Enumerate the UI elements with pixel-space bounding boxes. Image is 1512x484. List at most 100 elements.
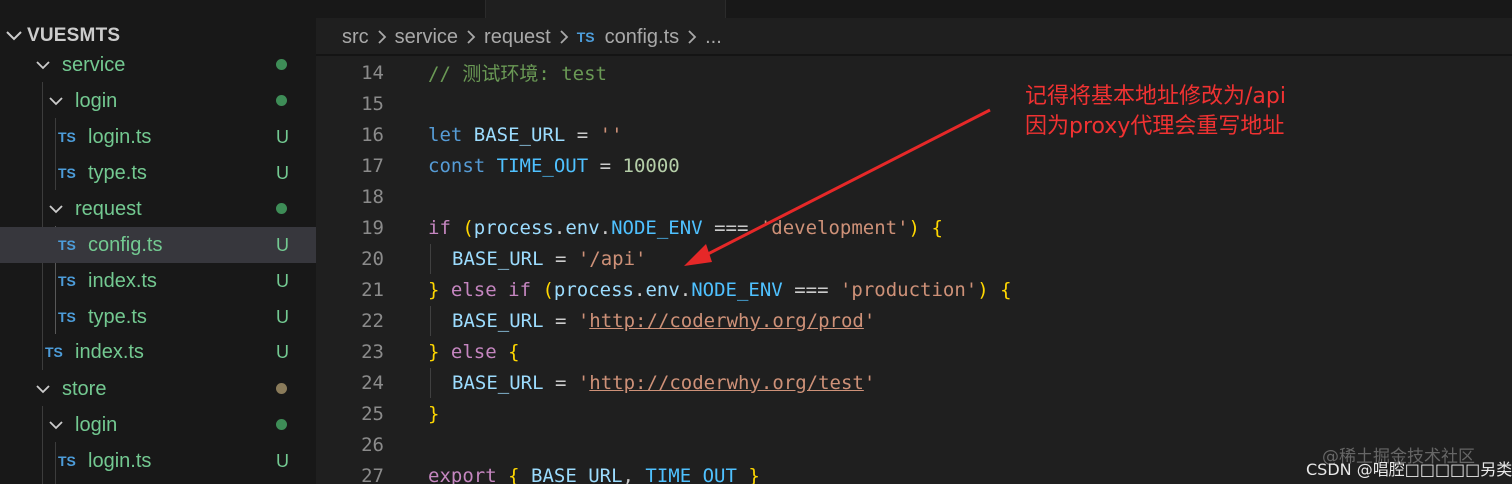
line-number: 24 [361,371,384,394]
tree-item-label: service [62,53,126,76]
chevron-right-icon [560,30,569,44]
code-line[interactable]: 24 BASE_URL = 'http://coderwhy.org/test' [316,367,1512,398]
code-text: BASE_URL = 'http://coderwhy.org/test' [452,371,876,394]
tree-folder-login[interactable]: login [0,407,316,443]
typescript-file-icon: TS [576,29,595,45]
typescript-file-icon: TS [58,237,76,253]
code-text: } else { [428,340,520,363]
code-line[interactable]: 21 } else if (process.env.NODE_ENV === '… [316,274,1512,305]
code-text: export { BASE_URL, TIME_OUT } [428,464,760,484]
annotation-line-2: 因为proxy代理会重写地址 [1025,114,1285,139]
tree-file-login-ts[interactable]: TS login.ts U [0,119,316,155]
line-number: 22 [361,309,384,332]
code-text: } [428,402,440,425]
typescript-file-icon: TS [58,273,76,289]
tree-file-type-ts[interactable]: TS type.ts U [0,155,316,191]
tree-item-label: index.ts [88,269,157,292]
tree-folder-login[interactable]: login [0,83,316,119]
breadcrumb-service[interactable]: service [395,26,458,49]
tree-item-label: config.ts [88,233,163,256]
code-line[interactable]: 25 } [316,398,1512,429]
tree-item-label: type.ts [88,161,147,184]
tree-item-label: login [75,89,118,112]
tree-folder-store[interactable]: store [0,371,316,407]
git-status-dot [276,203,287,214]
line-number: 18 [361,185,384,208]
annotation-note: 记得将基本地址修改为/api 因为proxy代理会重写地址 [1025,82,1286,142]
breadcrumb-src[interactable]: src [342,26,369,49]
tree-item-label: login.ts [88,449,152,472]
line-number: 26 [361,433,384,456]
tree-file-config-ts[interactable]: TS config.ts U [0,227,316,263]
breadcrumb: src service request TS config.ts ... [342,22,722,52]
code-line[interactable]: 16 let BASE_URL = '' [316,119,1512,150]
tab-previous[interactable] [316,0,486,18]
explorer-sidebar: VUESMTS service login TS login.ts U TS t… [0,0,316,484]
tree-file-type-ts[interactable]: TS type.ts U [0,299,316,335]
typescript-file-icon: TS [58,309,76,325]
chevron-right-icon [467,30,476,44]
code-link[interactable]: http://coderwhy.org/test [589,372,864,394]
code-line[interactable]: 22 BASE_URL = 'http://coderwhy.org/prod' [316,305,1512,336]
tree-file-login-ts[interactable]: TS login.ts U [0,443,316,479]
git-status-untracked: U [276,450,289,471]
tab-bar [316,0,1512,18]
line-number: 20 [361,247,384,270]
line-number: 15 [361,92,384,115]
line-number: 16 [361,123,384,146]
tree-item-label: index.ts [75,340,144,363]
tree-file-index-ts[interactable]: TS index.ts U [0,334,316,370]
code-line[interactable]: 18 [316,181,1512,212]
breadcrumb-file[interactable]: config.ts [605,26,679,49]
code-text: const TIME_OUT = 10000 [428,154,680,177]
tree-folder-service[interactable]: service [0,47,316,83]
code-line[interactable]: 15 [316,88,1512,119]
line-number: 25 [361,402,384,425]
git-status-dot [276,419,287,430]
git-status-dot [276,59,287,70]
line-number: 21 [361,278,384,301]
annotation-line-1: 记得将基本地址修改为/api [1025,84,1286,109]
code-text: let BASE_URL = '' [428,123,623,146]
git-status-dot [276,383,287,394]
git-status-untracked: U [276,270,289,291]
explorer-root-label: VUESMTS [27,25,121,46]
chevron-down-icon [36,385,50,394]
chevron-right-icon [378,30,386,44]
explorer-root-header[interactable]: VUESMTS [0,22,316,50]
tree-item-label: login [75,413,118,436]
code-line[interactable]: 17 const TIME_OUT = 10000 [316,150,1512,181]
breadcrumb-request[interactable]: request [484,26,551,49]
git-status-untracked: U [276,162,289,183]
code-text: if (process.env.NODE_ENV === 'developmen… [428,216,943,239]
tree-item-label: request [75,197,142,220]
chevron-down-icon [49,421,63,430]
git-status-untracked: U [276,126,289,147]
tree-folder-request[interactable]: request [0,191,316,227]
code-link[interactable]: http://coderwhy.org/prod [589,310,864,332]
line-number: 27 [361,464,384,484]
git-status-untracked: U [276,341,289,362]
code-line[interactable]: 14 // 测试环境: test [316,57,1512,88]
chevron-down-icon [6,31,22,41]
tree-item-label: type.ts [88,305,147,328]
chevron-down-icon [49,205,63,214]
typescript-file-icon: TS [45,344,63,360]
breadcrumb-more[interactable]: ... [705,26,722,49]
line-number: 14 [361,61,384,84]
git-status-untracked: U [276,234,289,255]
line-number: 23 [361,340,384,363]
tree-item-label: store [62,377,107,400]
code-text: BASE_URL = '/api' [452,247,647,270]
chevron-down-icon [36,61,50,70]
line-number: 17 [361,154,384,177]
code-line[interactable]: 20 BASE_URL = '/api' [316,243,1512,274]
tree-item-label: login.ts [88,125,152,148]
git-status-untracked: U [276,306,289,327]
tree-file-index-ts[interactable]: TS index.ts U [0,263,316,299]
typescript-file-icon: TS [58,453,76,469]
code-line[interactable]: 19 if (process.env.NODE_ENV === 'develop… [316,212,1512,243]
code-comment: // 测试环境: test [428,63,607,85]
typescript-file-icon: TS [58,129,76,145]
code-line[interactable]: 23 } else { [316,336,1512,367]
